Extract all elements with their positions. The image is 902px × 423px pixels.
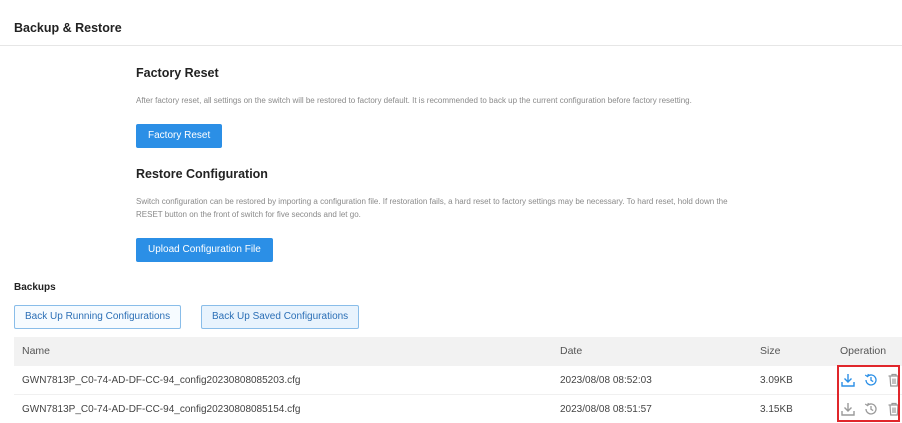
row-date: 2023/08/08 08:51:57 [560, 404, 652, 415]
row-size: 3.15KB [760, 404, 793, 415]
row-name: GWN7813P_C0-74-AD-DF-CC-94_config2023080… [22, 375, 301, 386]
upload-configuration-button[interactable]: Upload Configuration File [136, 238, 273, 262]
backups-title: Backups [14, 282, 56, 293]
row-name: GWN7813P_C0-74-AD-DF-CC-94_config2023080… [22, 404, 301, 415]
backup-saved-button[interactable]: Back Up Saved Configurations [201, 305, 360, 329]
restore-description-line1: Switch configuration can be restored by … [136, 197, 728, 206]
column-header-size: Size [760, 345, 781, 357]
factory-reset-title: Factory Reset [136, 66, 219, 80]
trash-icon[interactable] [886, 372, 902, 388]
page-title: Backup & Restore [14, 21, 122, 35]
row-date: 2023/08/08 08:52:03 [560, 375, 652, 386]
restore-description-line2: RESET button on the front of switch for … [136, 210, 361, 219]
restore-history-icon[interactable] [863, 401, 879, 417]
download-icon[interactable] [840, 372, 856, 388]
factory-reset-button[interactable]: Factory Reset [136, 124, 223, 148]
table-row: GWN7813P_C0-74-AD-DF-CC-94_config2023080… [14, 395, 902, 423]
row-operations [840, 401, 902, 419]
column-header-operation: Operation [840, 345, 887, 357]
page-header: Backup & Restore [0, 8, 902, 46]
column-header-name: Name [22, 345, 51, 357]
factory-reset-description: After factory reset, all settings on the… [136, 96, 692, 105]
backup-running-button[interactable]: Back Up Running Configurations [14, 305, 182, 329]
table-row: GWN7813P_C0-74-AD-DF-CC-94_config2023080… [14, 366, 902, 395]
table-header: Name Date Size Operation [14, 337, 902, 366]
restore-configuration-title: Restore Configuration [136, 167, 268, 181]
row-operations [840, 372, 902, 390]
backups-table: Name Date Size Operation GWN7813P_C0-74-… [14, 337, 902, 423]
row-size: 3.09KB [760, 375, 793, 386]
trash-icon[interactable] [886, 401, 902, 417]
restore-history-icon[interactable] [863, 372, 879, 388]
download-icon[interactable] [840, 401, 856, 417]
column-header-date: Date [560, 345, 583, 357]
